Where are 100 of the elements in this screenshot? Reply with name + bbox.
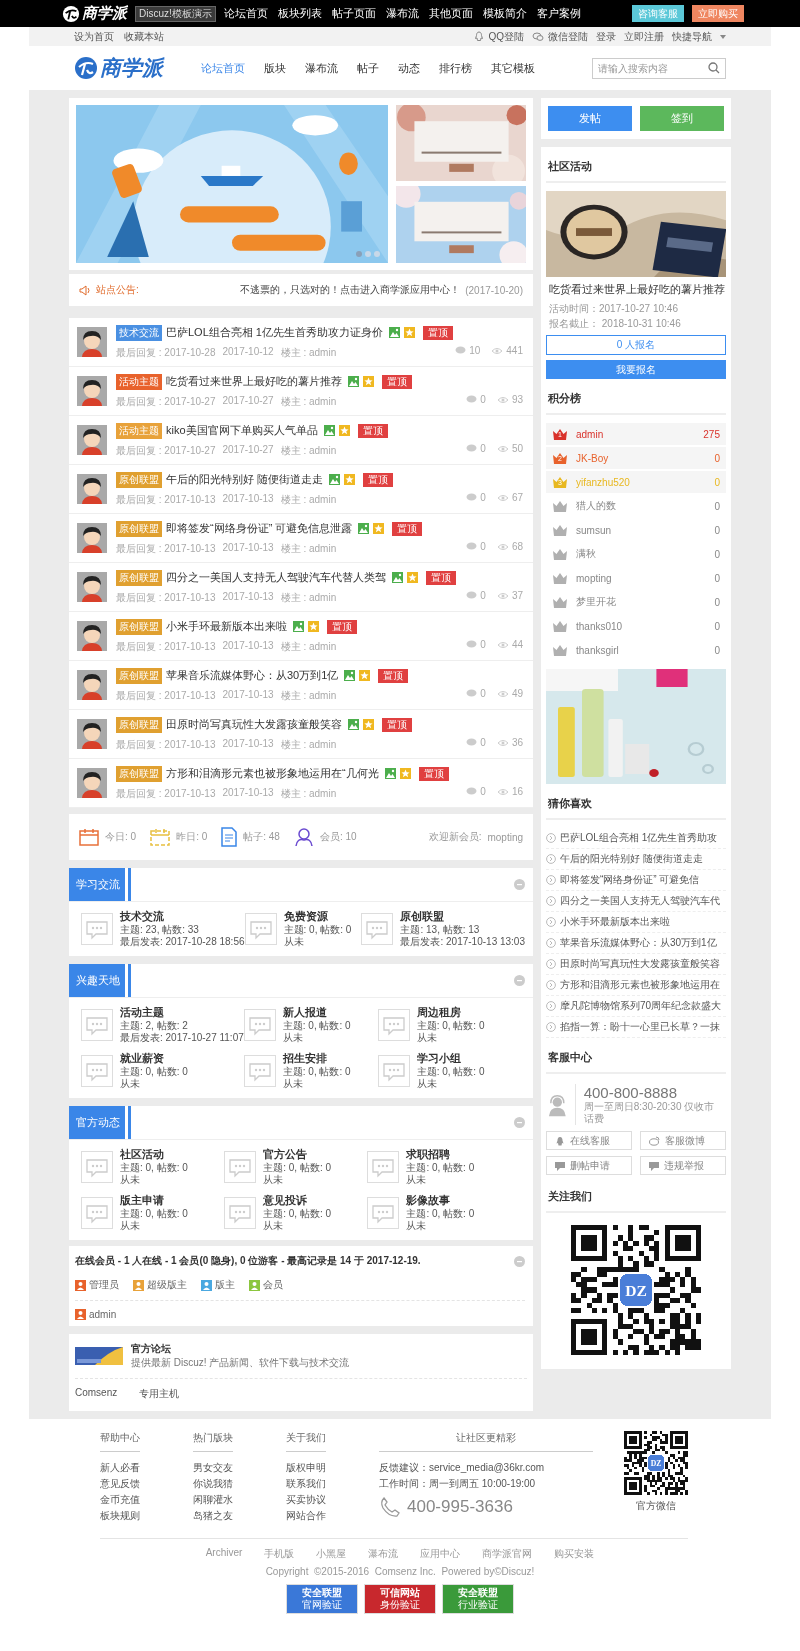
post-title[interactable]: 田原时尚写真玩性大发露孩童般笑容 (166, 717, 342, 732)
service-button[interactable]: 在线客服 (546, 1131, 632, 1150)
recommended-link[interactable]: 午后的阳光特别好 随便街道走走 (560, 852, 703, 866)
nav-tab[interactable]: 排行榜 (439, 60, 472, 76)
top-nav-link[interactable]: 帖子页面 (331, 6, 376, 21)
footer-link[interactable]: 金币充值 (100, 1492, 140, 1508)
post-title[interactable]: 苹果音乐流媒体野心：从30万到1亿 (166, 668, 339, 683)
signup-count-button[interactable]: 0 人报名 (546, 335, 726, 355)
post-title[interactable]: 巴萨LOL组合亮相 1亿先生首秀助攻力证身价 (166, 325, 383, 340)
search-icon[interactable] (708, 61, 720, 74)
recommended-link[interactable]: 苹果音乐流媒体野心：从30万到1亿 (560, 936, 717, 950)
nav-tab[interactable]: 论坛首页 (201, 60, 245, 76)
nav-tab[interactable]: 瀑布流 (305, 60, 338, 76)
post-title[interactable]: 四分之一美国人支持无人驾驶汽车代替人类驾 (166, 570, 386, 585)
friend-link[interactable]: Comsenz (75, 1387, 118, 1401)
forum-name[interactable]: 活动主题 (120, 1006, 164, 1020)
utility-link[interactable]: 立即注册 (624, 29, 664, 44)
member-name[interactable]: 满秋 (576, 547, 596, 561)
member-name[interactable]: thanksgirl (576, 644, 619, 656)
forum-name[interactable]: 周边租房 (416, 1006, 461, 1020)
recommended-link[interactable]: 即将签发“网络身份证” 可避免信 (560, 873, 700, 887)
forum-name[interactable]: 官方公告 (263, 1148, 308, 1162)
footer-link[interactable]: 你说我猜 (193, 1476, 233, 1492)
nav-tab[interactable]: 其它模板 (491, 60, 535, 76)
avatar[interactable] (77, 425, 107, 455)
footer-link[interactable]: 闲聊灌水 (193, 1492, 233, 1508)
recommended-link[interactable]: 田原时尚写真玩性大发露孩童般笑容 (560, 957, 720, 971)
utility-link[interactable]: QQ登陆 (488, 29, 524, 44)
post-title[interactable]: 小米手环最新版本出来啦 (166, 619, 287, 634)
footer-link[interactable]: 意见反馈 (100, 1476, 140, 1492)
footer-link[interactable]: 网站合作 (286, 1508, 326, 1524)
forum-name[interactable]: 免费资源 (283, 910, 328, 924)
post-title[interactable]: 午后的阳光特别好 随便街道走走 (166, 472, 324, 487)
site-logo[interactable]: 商学派 (100, 54, 163, 82)
avatar[interactable] (77, 670, 107, 700)
slide-dot[interactable] (365, 251, 371, 257)
member-name[interactable]: mopting (576, 572, 612, 584)
post-title[interactable]: 方形和泪滴形元素也被形象地运用在“几何光 (166, 766, 379, 781)
recommended-link[interactable]: 方形和泪滴形元素也被形象地运用在 (560, 978, 720, 992)
nav-tab[interactable]: 动态 (398, 60, 420, 76)
forum-name[interactable]: 就业薪资 (120, 1052, 164, 1066)
forum-name[interactable]: 求职招聘 (406, 1148, 451, 1162)
nav-tab[interactable]: 版块 (264, 60, 286, 76)
recommended-link[interactable]: 四分之一美国人支持无人驾驶汽车代 (560, 894, 720, 908)
forum-name[interactable]: 版主申请 (120, 1194, 164, 1208)
footer-link[interactable]: 联系我们 (286, 1476, 326, 1492)
footer-link[interactable]: 板块规则 (100, 1508, 140, 1524)
top-nav-link[interactable]: 瀑布流 (385, 6, 419, 21)
top-nav-link[interactable]: 论坛首页 (223, 6, 268, 21)
top-nav-link[interactable]: 其他页面 (428, 6, 473, 21)
online-user[interactable]: admin (89, 1309, 117, 1320)
footer-link[interactable]: 男女交友 (193, 1460, 233, 1476)
link-title[interactable]: 官方论坛 (131, 1342, 350, 1356)
recommended-link[interactable]: 掐指一算：盼十一心里已长草？一抹 (560, 1020, 720, 1034)
avatar[interactable] (77, 621, 107, 651)
forum-name[interactable]: 学习小组 (416, 1052, 461, 1066)
slide-dot[interactable] (374, 251, 380, 257)
post-title[interactable]: kiko美国官网下单购买人气单品 (166, 423, 318, 438)
recommended-link[interactable]: 巴萨LOL组合亮相 1亿先生首秀助攻 (560, 831, 718, 845)
recommended-link[interactable]: 小米手环最新版本出来啦 (560, 915, 670, 929)
avatar[interactable] (77, 327, 107, 357)
member-name[interactable]: sumsun (576, 524, 611, 536)
top-nav-link[interactable]: 板块列表 (277, 6, 322, 21)
trust-badge[interactable]: 安全联盟 官网验证 (286, 1584, 358, 1614)
forum-name[interactable]: 社区活动 (120, 1148, 164, 1162)
forum-name[interactable]: 原创联盟 (400, 910, 445, 924)
utility-link[interactable]: 设为首页 (74, 29, 114, 44)
recommended-link[interactable]: 摩凡陀博物馆系列70周年纪念款盛大 (560, 999, 722, 1013)
forum-name[interactable]: 技术交流 (120, 910, 164, 924)
top-nav-link[interactable]: 模板简介 (482, 6, 527, 21)
footer-link[interactable]: 新人必看 (100, 1460, 140, 1476)
avatar[interactable] (77, 572, 107, 602)
trust-badge[interactable]: 可信网站 身份验证 (364, 1584, 436, 1614)
forum-name[interactable]: 新人报道 (282, 1006, 327, 1020)
utility-link[interactable]: 微信登陆 (548, 29, 588, 44)
notice-link[interactable]: 不逃票的，只选对的！点击进入商学派应用中心！ (240, 283, 461, 297)
trust-badge[interactable]: 安全联盟 行业验证 (442, 1584, 514, 1614)
footer-link[interactable]: 买卖协议 (286, 1492, 326, 1508)
utility-link[interactable]: 收藏本站 (124, 29, 164, 44)
avatar[interactable] (77, 719, 107, 749)
forum-name[interactable]: 意见投诉 (263, 1194, 308, 1208)
nav-tab[interactable]: 帖子 (357, 60, 379, 76)
service-button[interactable]: 删帖申请 (546, 1156, 632, 1175)
member-name[interactable]: thanks010 (576, 620, 623, 632)
avatar[interactable] (77, 523, 107, 553)
forum-name[interactable]: 影像故事 (406, 1194, 451, 1208)
service-button[interactable]: 客服微博 (640, 1131, 726, 1150)
forum-name[interactable]: 招生安排 (282, 1052, 327, 1066)
post-title[interactable]: 吃货看过来世界上最好吃的薯片推荐 (166, 374, 342, 389)
avatar[interactable] (77, 768, 107, 798)
avatar[interactable] (77, 376, 107, 406)
friend-link[interactable]: 专用主机 (139, 1387, 180, 1401)
utility-link[interactable]: 快捷导航 (672, 29, 712, 44)
footer-link[interactable]: 版权申明 (286, 1460, 326, 1476)
site-logo[interactable]: 商学派 (82, 4, 127, 23)
post-title[interactable]: 即将签发“网络身份证” 可避免信息泄露 (166, 521, 353, 536)
member-name[interactable]: 猎人的数 (576, 499, 616, 513)
utility-link[interactable]: 登录 (596, 29, 616, 44)
search-field[interactable]: 请输入搜索内容 (592, 57, 726, 79)
activity-title[interactable]: 吃货看过来世界上最好吃的薯片推荐 (549, 283, 723, 297)
